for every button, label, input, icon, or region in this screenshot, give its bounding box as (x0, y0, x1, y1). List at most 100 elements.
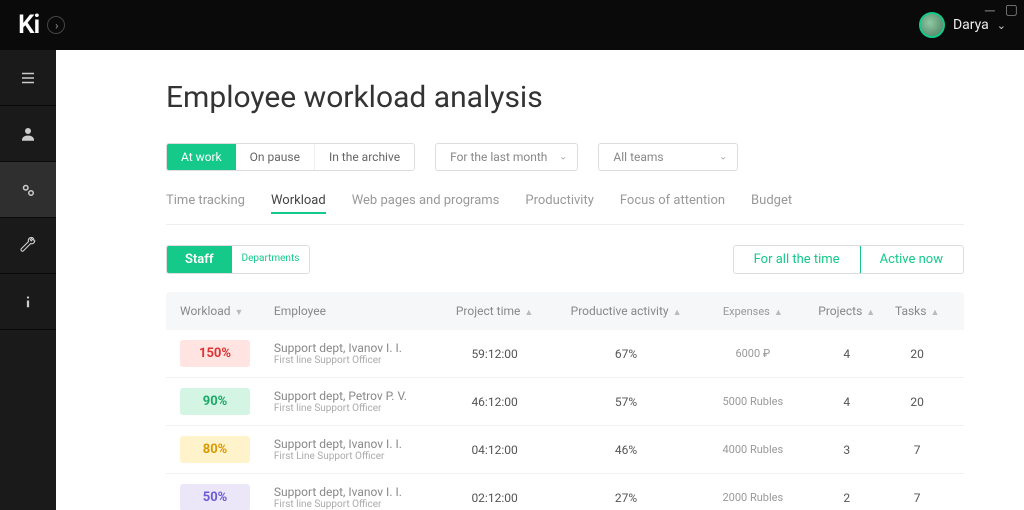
table-row[interactable]: 80% Support dept, Ivanov I. I.First Line … (166, 426, 964, 474)
expenses-cell: 6000 ₽ (696, 347, 809, 360)
avatar (919, 12, 945, 38)
sort-asc-icon: ▲ (774, 308, 783, 318)
table-row[interactable]: 50% Support dept, Ivanov I. I.First line … (166, 474, 964, 510)
employee-name: Support dept, Ivanov I. I. (274, 437, 434, 451)
sort-asc-icon: ▲ (866, 308, 875, 318)
productive-cell: 57% (556, 395, 697, 409)
tasks-cell: 7 (884, 443, 950, 457)
top-header: Ki › Darya ⌄ (0, 0, 1024, 50)
productive-cell: 46% (556, 443, 697, 457)
app-logo: Ki › (0, 10, 65, 40)
status-on-pause[interactable]: On pause (236, 144, 315, 170)
sort-asc-icon: ▲ (524, 308, 533, 318)
minimize-icon[interactable]: ─ (985, 2, 995, 19)
page-title: Employee workload analysis (166, 80, 964, 115)
tab-productivity[interactable]: Productivity (525, 193, 593, 214)
employee-role: First line Support Officer (274, 355, 434, 366)
tab-web-pages[interactable]: Web pages and programs (352, 193, 500, 214)
view-filter: Staff Departments (166, 245, 310, 274)
view-staff[interactable]: Staff (167, 246, 232, 273)
period-dropdown[interactable]: For the last month ⌄ (435, 143, 578, 171)
team-dropdown[interactable]: All teams ⌄ (598, 143, 738, 171)
window-controls: ─ ▢ (985, 2, 1018, 19)
employee-role: First Line Support Officer (274, 451, 434, 462)
maximize-icon[interactable]: ▢ (1005, 2, 1018, 19)
projects-cell: 2 (809, 491, 884, 505)
col-projects[interactable]: Projects▲ (809, 304, 884, 318)
logo-text: Ki (18, 10, 39, 40)
sidebar-item-tools[interactable] (0, 218, 56, 274)
table-header: Workload▼ Employee Project time▲ Product… (166, 292, 964, 330)
sort-asc-icon: ▲ (673, 308, 682, 318)
scope-active-now[interactable]: Active now (860, 246, 963, 273)
expenses-cell: 2000 Rubles (696, 491, 809, 504)
project-time-cell: 59:12:00 (434, 347, 556, 361)
info-icon (19, 293, 37, 311)
filter-row: At work On pause In the archive For the … (166, 143, 964, 171)
main-content: Employee workload analysis At work On pa… (56, 0, 1024, 510)
sort-desc-icon: ▼ (235, 308, 244, 318)
logo-chevron-icon[interactable]: › (47, 16, 65, 34)
tasks-cell: 20 (884, 395, 950, 409)
sidebar-item-info[interactable] (0, 274, 56, 330)
table-row[interactable]: 150% Support dept, Ivanov I. I.First line… (166, 330, 964, 378)
wrench-icon (19, 237, 37, 255)
productive-cell: 27% (556, 491, 697, 505)
sub-tabs: Time tracking Workload Web pages and pro… (166, 193, 964, 225)
chevron-down-icon: ⌄ (559, 152, 567, 163)
expenses-cell: 5000 Rubles (696, 395, 809, 408)
table-row[interactable]: 90% Support dept, Petrov P. V.First line … (166, 378, 964, 426)
projects-cell: 3 (809, 443, 884, 457)
sidebar-item-settings[interactable] (0, 162, 56, 218)
project-time-cell: 04:12:00 (434, 443, 556, 457)
status-filter: At work On pause In the archive (166, 143, 415, 171)
tab-budget[interactable]: Budget (751, 193, 792, 214)
employee-name: Support dept, Ivanov I. I. (274, 341, 434, 355)
workload-badge: 90% (180, 388, 250, 415)
workload-badge: 150% (180, 340, 250, 367)
employee-role: First line Support Officer (274, 403, 434, 414)
employee-role: First line Support Officer (274, 499, 434, 510)
productive-cell: 67% (556, 347, 697, 361)
secondary-filters: Staff Departments For all the time Activ… (166, 245, 964, 274)
sidebar-item-list[interactable] (0, 50, 56, 106)
gears-icon (19, 181, 37, 199)
col-tasks[interactable]: Tasks▲ (884, 304, 950, 318)
chevron-down-icon: ⌄ (719, 152, 727, 163)
tab-workload[interactable]: Workload (271, 193, 326, 214)
tab-focus[interactable]: Focus of attention (620, 193, 725, 214)
projects-cell: 4 (809, 347, 884, 361)
status-at-work[interactable]: At work (166, 143, 237, 171)
user-name: Darya (953, 17, 989, 33)
app-root: Employee workload analysis At work On pa… (0, 0, 1024, 510)
tasks-cell: 7 (884, 491, 950, 505)
project-time-cell: 02:12:00 (434, 491, 556, 505)
list-icon (19, 69, 37, 87)
team-label: All teams (613, 150, 663, 164)
tab-time-tracking[interactable]: Time tracking (166, 193, 245, 214)
status-archive[interactable]: In the archive (315, 144, 414, 170)
employee-name: Support dept, Ivanov I. I. (274, 485, 434, 499)
workload-table: Workload▼ Employee Project time▲ Product… (166, 292, 964, 510)
user-icon (19, 125, 37, 143)
project-time-cell: 46:12:00 (434, 395, 556, 409)
tasks-cell: 20 (884, 347, 950, 361)
sort-asc-icon: ▲ (930, 308, 939, 318)
col-workload[interactable]: Workload▼ (180, 304, 274, 318)
scope-all-time[interactable]: For all the time (733, 245, 861, 274)
workload-badge: 80% (180, 436, 250, 463)
workload-badge: 50% (180, 484, 250, 510)
view-departments[interactable]: Departments (231, 245, 311, 274)
projects-cell: 4 (809, 395, 884, 409)
chevron-down-icon: ⌄ (997, 19, 1006, 32)
period-label: For the last month (450, 150, 547, 164)
col-productive[interactable]: Productive activity▲ (556, 304, 697, 318)
employee-name: Support dept, Petrov P. V. (274, 389, 434, 403)
col-project-time[interactable]: Project time▲ (434, 304, 556, 318)
expenses-cell: 4000 Rubles (696, 443, 809, 456)
col-employee[interactable]: Employee (274, 304, 434, 318)
sidebar (0, 0, 56, 510)
table-body: 150%Support dept, Ivanov I. I.First line… (166, 330, 964, 510)
col-expenses[interactable]: Expenses▲ (696, 305, 809, 318)
sidebar-item-user[interactable] (0, 106, 56, 162)
